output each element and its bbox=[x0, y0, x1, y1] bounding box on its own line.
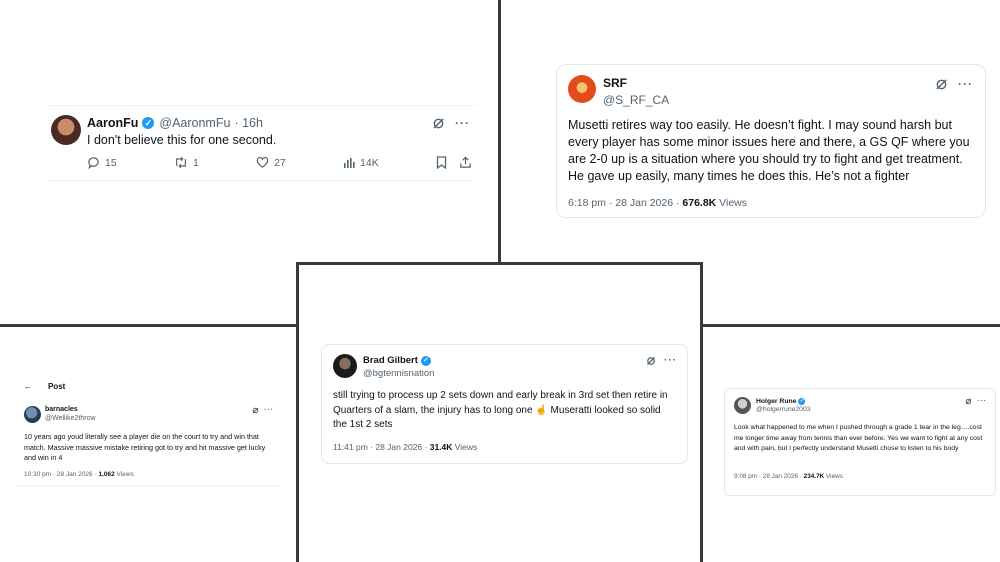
author-handle[interactable]: @S_RF_CA bbox=[603, 93, 669, 107]
repost-count: 1 bbox=[192, 156, 199, 169]
tweet-meta: 10:30 pm · 28 Jan 2026 · 1,062 Views bbox=[24, 471, 134, 478]
tweet-text: Musetti retires way too easily. He doesn… bbox=[568, 118, 970, 183]
tweet-bottom-border bbox=[46, 180, 476, 181]
verified-icon: ✓ bbox=[420, 355, 431, 366]
more-icon[interactable]: ··· bbox=[958, 77, 973, 91]
reply-button[interactable]: 15 bbox=[87, 156, 117, 169]
tweet-srf[interactable]: SRF @S_RF_CA ··· Musetti retires way too… bbox=[556, 64, 986, 218]
views-label: Views bbox=[824, 473, 843, 480]
avatar[interactable] bbox=[734, 397, 751, 414]
post-time[interactable]: · 16h bbox=[234, 116, 263, 130]
divider-center-top bbox=[296, 262, 703, 265]
tweet-bottom-border bbox=[16, 485, 282, 486]
grok-icon[interactable] bbox=[432, 117, 445, 130]
author-handle[interactable]: @AaronmFu bbox=[159, 116, 230, 130]
reply-icon bbox=[88, 157, 99, 169]
divider-center-right bbox=[700, 262, 703, 562]
views-count: 676.8K bbox=[682, 197, 717, 209]
avatar[interactable] bbox=[24, 406, 41, 423]
views-label: Views bbox=[452, 442, 478, 452]
divider-horizontal-right bbox=[701, 324, 1000, 327]
views-icon bbox=[344, 157, 355, 168]
bookmark-icon[interactable] bbox=[436, 156, 447, 169]
like-count: 27 bbox=[274, 156, 286, 169]
like-button[interactable]: 27 bbox=[256, 156, 286, 169]
avatar[interactable] bbox=[51, 115, 81, 145]
views-count: 1,062 bbox=[98, 471, 115, 478]
tweet-meta: 11:41 pm · 28 Jan 2026 · 31.4K Views bbox=[333, 442, 477, 452]
author-name[interactable]: barnacles bbox=[45, 406, 96, 413]
tweet-brad-gilbert[interactable]: Brad Gilbert ✓ @bgtennisnation ··· still… bbox=[321, 344, 688, 464]
grok-icon[interactable] bbox=[646, 356, 656, 366]
tweet-holger-rune[interactable]: Holger Rune ✓ @holgerrune2003 ··· Look w… bbox=[724, 388, 996, 496]
divider-vertical-top bbox=[498, 0, 501, 262]
timestamp[interactable]: 10:30 pm · 28 Jan 2026 · bbox=[24, 471, 98, 478]
timestamp[interactable]: 9:08 pm · 28 Jan 2026 · bbox=[734, 473, 804, 480]
tweet-text: 10 years ago youd literally see a player… bbox=[24, 432, 266, 462]
divider-horizontal-left bbox=[0, 324, 298, 327]
tweet-text: still trying to process up 2 sets down a… bbox=[333, 390, 668, 430]
repost-button[interactable]: 1 bbox=[174, 156, 199, 169]
tweet-meta: 6:18 pm · 28 Jan 2026 · 676.8K Views bbox=[568, 197, 747, 209]
tweet-barnacles[interactable]: ← Post barnacles @Wellike2throw ··· 10 y… bbox=[16, 380, 282, 486]
grok-icon[interactable] bbox=[252, 407, 259, 414]
timestamp[interactable]: 6:18 pm · 28 Jan 2026 · bbox=[568, 197, 682, 209]
more-icon[interactable]: ··· bbox=[977, 398, 987, 405]
verified-icon: ✓ bbox=[798, 398, 806, 405]
views-label: Views bbox=[716, 197, 748, 209]
more-icon[interactable]: ··· bbox=[264, 407, 274, 414]
author-name[interactable]: SRF bbox=[603, 76, 669, 90]
author-handle[interactable]: @Wellike2throw bbox=[45, 415, 96, 422]
author-name[interactable]: AaronFu bbox=[87, 116, 138, 130]
retweet-icon bbox=[176, 156, 186, 169]
views-label: Views bbox=[114, 471, 134, 478]
tweet-aaronfu[interactable]: AaronFu ✓ @AaronmFu · 16h ··· I don't be… bbox=[46, 105, 476, 181]
author-handle[interactable]: @holgerrune2003 bbox=[756, 406, 811, 413]
share-icon[interactable] bbox=[459, 156, 472, 169]
timestamp[interactable]: 11:41 pm · 28 Jan 2026 · bbox=[333, 442, 430, 452]
grok-icon[interactable] bbox=[935, 78, 948, 91]
avatar[interactable] bbox=[333, 354, 357, 378]
views-count: 234.7K bbox=[803, 473, 825, 480]
like-icon bbox=[256, 156, 269, 168]
reply-count: 15 bbox=[105, 156, 117, 169]
views-button[interactable]: 14K bbox=[343, 156, 379, 169]
author-name[interactable]: Brad Gilbert bbox=[363, 355, 418, 366]
author-handle[interactable]: @bgtennisnation bbox=[363, 368, 434, 379]
tweet-text: Look what happened to me when I pushed t… bbox=[734, 424, 983, 453]
grok-icon[interactable] bbox=[965, 398, 972, 405]
tweet-text: I don't believe this for one second. bbox=[87, 133, 277, 147]
views-count: 14K bbox=[360, 156, 379, 169]
back-arrow-icon[interactable]: ← bbox=[24, 382, 32, 391]
author-name[interactable]: Holger Rune bbox=[756, 398, 796, 405]
avatar[interactable] bbox=[568, 75, 596, 103]
verified-icon: ✓ bbox=[142, 117, 155, 129]
more-icon[interactable]: ··· bbox=[664, 355, 677, 366]
post-header-title: Post bbox=[48, 382, 66, 391]
divider-center-left bbox=[296, 262, 299, 562]
tweet-meta: 9:08 pm · 28 Jan 2026 · 234.7K Views bbox=[734, 473, 843, 480]
more-icon[interactable]: ··· bbox=[455, 116, 470, 130]
views-count: 31.4K bbox=[429, 442, 453, 452]
tweet-top-border bbox=[46, 105, 476, 106]
